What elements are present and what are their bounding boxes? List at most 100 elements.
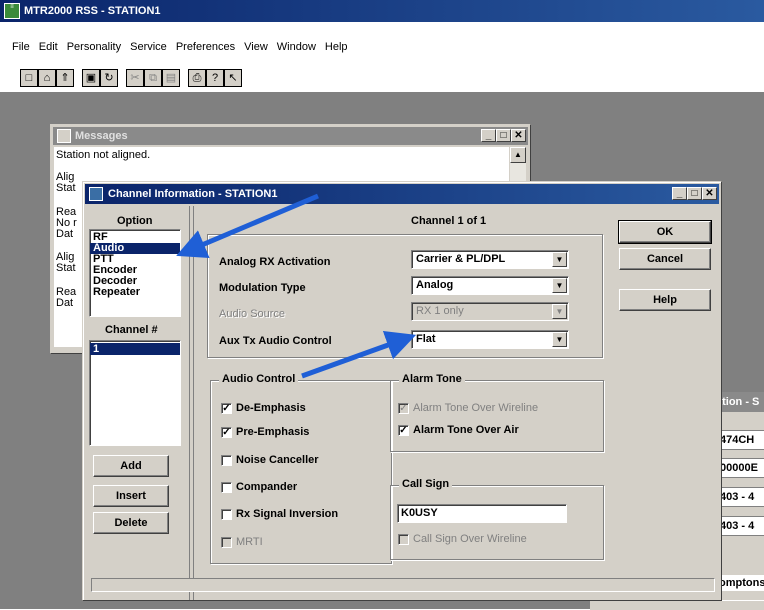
copy-icon[interactable]: ⧉: [144, 69, 162, 87]
background-cell: 403 - 4: [717, 487, 764, 507]
close-icon[interactable]: ✕: [511, 129, 526, 142]
checkbox-box[interactable]: [221, 454, 232, 466]
audio-source-label: Audio Source: [219, 308, 286, 320]
scroll-up-icon[interactable]: ▲: [510, 147, 526, 163]
menu-window[interactable]: Window: [277, 41, 316, 53]
ok-button[interactable]: OK: [618, 220, 712, 244]
compander-label: Compander: [236, 481, 298, 493]
minimize-icon[interactable]: _: [672, 187, 687, 200]
call-sign-wireline-label: Call Sign Over Wireline: [413, 533, 527, 545]
help-button[interactable]: Help: [619, 289, 711, 311]
cancel-button[interactable]: Cancel: [619, 248, 711, 270]
messages-icon: [57, 129, 71, 143]
cut-icon[interactable]: ✂: [126, 69, 144, 87]
call-sign-value: K0USY: [401, 507, 438, 519]
chevron-down-icon[interactable]: ▼: [552, 278, 567, 293]
noise-canceller-label: Noise Canceller: [236, 454, 319, 466]
de-emphasis-label: De-Emphasis: [236, 402, 306, 414]
modulation-select[interactable]: Analog ▼: [411, 276, 569, 295]
app-icon: ≡: [4, 3, 20, 19]
menu-service[interactable]: Service: [130, 41, 167, 53]
background-cell: 00000E: [717, 458, 764, 478]
modulation-label: Modulation Type: [219, 282, 306, 294]
checkbox-box[interactable]: ✓: [398, 424, 409, 436]
dialog-titlebar: Channel Information - STATION1 _ □ ✕: [85, 184, 719, 204]
alarm-wireline-checkbox: ✓ Alarm Tone Over Wireline: [398, 402, 538, 414]
alarm-wireline-label: Alarm Tone Over Wireline: [413, 402, 539, 414]
option-list[interactable]: RF Audio PTT Encoder Decoder Repeater: [89, 229, 181, 317]
close-icon[interactable]: ✕: [702, 187, 717, 200]
pre-emphasis-label: Pre-Emphasis: [236, 426, 310, 438]
noise-canceller-checkbox[interactable]: Noise Canceller: [221, 454, 319, 466]
channel-item[interactable]: 1: [90, 343, 180, 355]
audio-control-title: Audio Control: [219, 373, 299, 385]
chevron-down-icon[interactable]: ▼: [552, 332, 567, 347]
aux-tx-select[interactable]: Flat ▼: [411, 330, 569, 349]
checkbox-box[interactable]: [221, 508, 232, 520]
maximize-icon[interactable]: □: [687, 187, 702, 200]
messages-title: Messages: [75, 130, 128, 142]
open-icon[interactable]: ⌂: [38, 69, 56, 87]
messages-titlebar: Messages _ □ ✕: [53, 127, 528, 145]
menu-personality[interactable]: Personality: [67, 41, 121, 53]
menu-preferences[interactable]: Preferences: [176, 41, 235, 53]
checkbox-box: ✓: [398, 402, 409, 414]
pre-emphasis-checkbox[interactable]: ✓ Pre-Emphasis: [221, 426, 309, 438]
dialog-title: Channel Information - STATION1: [108, 188, 278, 200]
aux-tx-value: Flat: [416, 333, 436, 345]
menu-help[interactable]: Help: [325, 41, 348, 53]
compander-checkbox[interactable]: Compander: [221, 481, 297, 493]
channel-info-dialog: Channel Information - STATION1 _ □ ✕ Opt…: [82, 181, 722, 601]
checkbox-box: [398, 533, 409, 545]
dialog-icon: [89, 187, 103, 201]
audio-source-select: RX 1 only ▼: [411, 302, 569, 321]
call-sign-title: Call Sign: [399, 478, 453, 490]
new-icon[interactable]: □: [20, 69, 38, 87]
delete-button[interactable]: Delete: [93, 512, 169, 534]
analog-rx-label: Analog RX Activation: [219, 256, 331, 268]
message-line: Station not aligned.: [56, 149, 151, 161]
modulation-value: Analog: [416, 279, 454, 291]
print-icon[interactable]: ⎙: [188, 69, 206, 87]
program-icon[interactable]: ↻: [100, 69, 118, 87]
minimize-icon[interactable]: _: [481, 129, 496, 142]
pane-splitter[interactable]: [189, 206, 194, 600]
background-cell: 403 - 4: [717, 516, 764, 536]
alarm-air-checkbox[interactable]: ✓ Alarm Tone Over Air: [398, 424, 519, 436]
analog-rx-select[interactable]: Carrier & PL/DPL ▼: [411, 250, 569, 269]
alarm-tone-title: Alarm Tone: [399, 373, 465, 385]
channel-header: Channel #: [105, 324, 158, 336]
context-help-icon[interactable]: ↖: [224, 69, 242, 87]
call-sign-input[interactable]: K0USY: [397, 504, 567, 523]
upload-icon[interactable]: ⇑: [56, 69, 74, 87]
app-title: MTR2000 RSS - STATION1: [24, 5, 161, 17]
channel-count: Channel 1 of 1: [411, 215, 487, 227]
add-button[interactable]: Add: [93, 455, 169, 477]
message-line: Dat: [56, 297, 74, 309]
insert-button[interactable]: Insert: [93, 485, 169, 507]
alarm-air-label: Alarm Tone Over Air: [413, 424, 519, 436]
save-icon[interactable]: ▣: [82, 69, 100, 87]
menu-file[interactable]: File: [12, 41, 30, 53]
rx-signal-inversion-label: Rx Signal Inversion: [236, 508, 339, 520]
analog-rx-value: Carrier & PL/DPL: [416, 253, 506, 265]
help-icon[interactable]: ?: [206, 69, 224, 87]
maximize-icon[interactable]: □: [496, 129, 511, 142]
menu-edit[interactable]: Edit: [39, 41, 58, 53]
rx-signal-inversion-checkbox[interactable]: Rx Signal Inversion: [221, 508, 338, 520]
channel-list[interactable]: 1: [89, 340, 181, 446]
call-sign-wireline-checkbox: Call Sign Over Wireline: [398, 533, 527, 545]
menu-bar: File Edit Personality Service Preference…: [0, 38, 764, 56]
menu-view[interactable]: View: [244, 41, 268, 53]
checkbox-box[interactable]: ✓: [221, 426, 232, 438]
option-item-repeater[interactable]: Repeater: [90, 287, 180, 298]
de-emphasis-checkbox[interactable]: ✓ De-Emphasis: [221, 402, 306, 414]
message-line: Stat: [56, 262, 76, 274]
checkbox-box[interactable]: ✓: [221, 402, 232, 414]
paste-icon[interactable]: ▤: [162, 69, 180, 87]
status-bar: [91, 578, 715, 592]
checkbox-box: [221, 536, 232, 548]
chevron-down-icon[interactable]: ▼: [552, 252, 567, 267]
checkbox-box[interactable]: [221, 481, 232, 493]
background-cell: 474CH: [717, 430, 764, 450]
